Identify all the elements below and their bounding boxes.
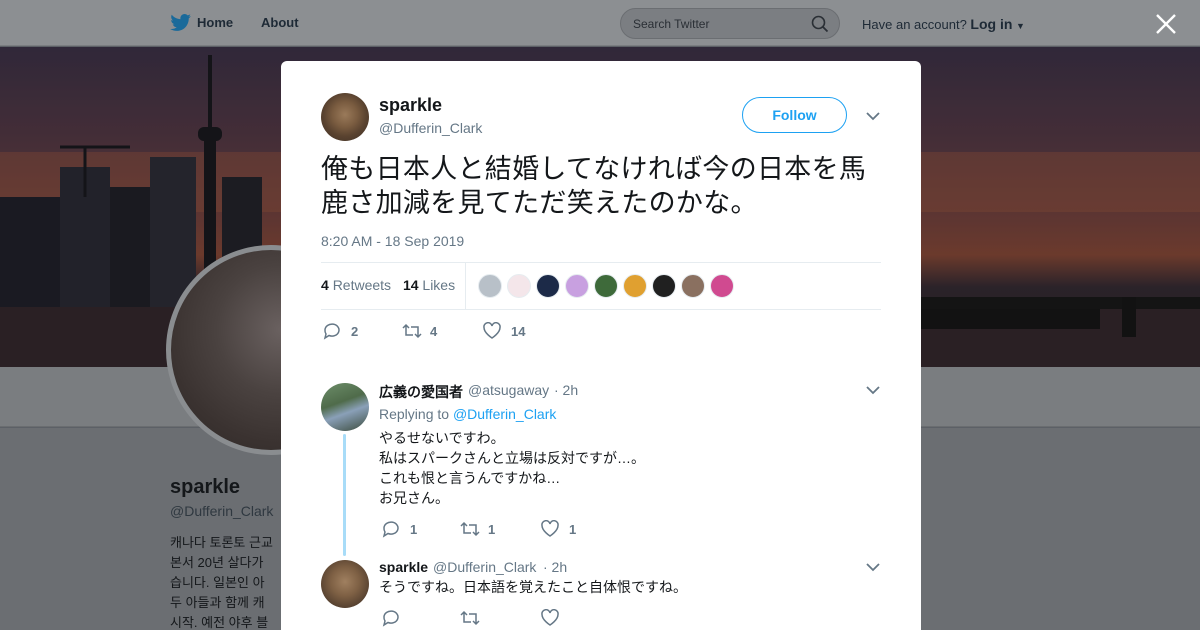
reply-text: そうですね。日本語を覚えたこと自体恨ですね。	[379, 577, 687, 597]
thread-connector	[343, 434, 346, 556]
login-link[interactable]: Log in	[970, 16, 1012, 32]
profile-name: sparkle	[170, 476, 241, 498]
divider	[465, 262, 466, 309]
liker-avatar[interactable]	[478, 274, 502, 298]
reply-author-handle[interactable]: @atsugaway	[468, 382, 549, 398]
divider	[321, 262, 881, 263]
author-name[interactable]: sparkle	[379, 95, 442, 116]
liker-avatar[interactable]	[507, 274, 531, 298]
reply-button[interactable]	[382, 609, 402, 629]
liker-avatar[interactable]	[536, 274, 560, 298]
account-prompt: Have an account?	[862, 17, 967, 32]
twitter-bird-icon[interactable]	[170, 14, 192, 32]
bio-line: 두 아들과 함께 캐	[170, 595, 265, 610]
search-icon[interactable]	[811, 15, 829, 33]
retweet-icon	[460, 521, 480, 537]
caret-down-icon[interactable]: ▼	[1016, 21, 1025, 31]
like-count: 1	[569, 522, 577, 537]
liker-avatar[interactable]	[710, 274, 734, 298]
profile-handle: @Dufferin_Clark	[170, 503, 274, 519]
reply-button[interactable]: 1	[382, 520, 422, 540]
liker-avatar[interactable]	[594, 274, 618, 298]
retweet-icon	[460, 610, 480, 626]
retweets-label[interactable]: Retweets	[333, 277, 391, 293]
retweet-count: 1	[488, 522, 496, 537]
search-box[interactable]: Search Twitter	[620, 8, 840, 39]
reply-icon	[323, 323, 340, 340]
close-icon[interactable]	[1154, 12, 1178, 36]
likes-label[interactable]: Likes	[422, 277, 455, 293]
reply-line: 私はスパークさんと立場は反対ですが…。	[379, 450, 645, 466]
bio-line: 캐나다 토론토 근교	[170, 535, 273, 550]
retweet-button[interactable]: 4	[402, 322, 452, 342]
chevron-down-icon[interactable]	[866, 562, 880, 572]
retweet-icon	[402, 323, 422, 339]
author-avatar[interactable]	[321, 93, 369, 141]
profile-bio: 캐나다 토론토 근교 본서 20년 살다가 습니다. 일본인 아 두 아들과 함…	[170, 533, 282, 630]
reply-line: お兄さん。	[379, 490, 449, 506]
liker-avatar[interactable]	[652, 274, 676, 298]
reply-line: やるせないですわ。	[379, 430, 505, 446]
bio-line: 본서 20년 살다가	[170, 555, 264, 570]
account-area: Have an account? Log in ▼	[862, 16, 1025, 32]
follow-button[interactable]: Follow	[742, 97, 847, 133]
retweet-button[interactable]	[460, 609, 482, 629]
reply-icon	[382, 521, 399, 538]
tweet-stats: 4 Retweets 14 Likes	[321, 277, 455, 293]
like-button[interactable]: 14	[483, 322, 533, 342]
reply-text: やるせないですわ。 私はスパークさんと立場は反対ですが…。 これも恨と言うんです…	[379, 428, 645, 508]
heart-icon	[483, 322, 501, 339]
replying-prefix: Replying to	[379, 406, 450, 422]
reply-author-handle[interactable]: @Dufferin_Clark	[433, 559, 536, 575]
retweet-count: 4	[430, 324, 438, 339]
like-button[interactable]: 1	[541, 520, 581, 540]
bio-line: 습니다. 일본인 아	[170, 575, 265, 590]
reply-line: そうですね。日本語を覚えたこと自体恨ですね。	[379, 579, 687, 595]
reply-line: これも恨と言うんですかね…	[379, 470, 561, 486]
retweets-count[interactable]: 4	[321, 277, 329, 293]
heart-icon	[541, 609, 559, 626]
author-handle[interactable]: @Dufferin_Clark	[379, 120, 482, 136]
liker-avatar[interactable]	[623, 274, 647, 298]
reply-icon	[382, 610, 399, 627]
chevron-down-icon[interactable]	[866, 385, 880, 395]
likes-count[interactable]: 14	[403, 277, 419, 293]
bio-line: 시작. 예전 야후 블	[170, 615, 269, 630]
tweet-modal: sparkle @Dufferin_Clark Follow 俺も日本人と結婚し…	[281, 61, 921, 630]
retweet-button[interactable]: 1	[460, 520, 500, 540]
replying-to-link[interactable]: @Dufferin_Clark	[453, 406, 556, 422]
liker-avatar[interactable]	[681, 274, 705, 298]
nav-about-link[interactable]: About	[261, 15, 299, 30]
reply-author-name[interactable]: 広義の愛国者	[379, 382, 463, 402]
reply-count: 2	[351, 324, 359, 339]
like-button[interactable]	[541, 609, 561, 629]
reply-time[interactable]: · 2h	[543, 559, 567, 575]
heart-icon	[541, 520, 559, 537]
reply-time[interactable]: · 2h	[554, 382, 578, 398]
chevron-down-icon[interactable]	[866, 111, 880, 121]
reply-count: 1	[410, 522, 418, 537]
reply-author-avatar[interactable]	[321, 560, 369, 608]
top-navigation-bar: Home About Search Twitter Have an accoun…	[0, 0, 1200, 46]
divider	[321, 309, 881, 310]
like-count: 14	[511, 324, 526, 339]
reply-author-avatar[interactable]	[321, 383, 369, 431]
nav-home-link[interactable]: Home	[197, 15, 233, 30]
tweet-timestamp[interactable]: 8:20 AM - 18 Sep 2019	[321, 233, 464, 249]
reply-author-name[interactable]: sparkle	[379, 559, 428, 575]
search-input[interactable]: Search Twitter	[633, 17, 709, 31]
tweet-text: 俺も日本人と結婚してなければ今の日本を馬鹿さ加減を見てただ笑えたのかな。	[321, 154, 867, 218]
liker-avatar[interactable]	[565, 274, 589, 298]
reply-button[interactable]: 2	[323, 322, 373, 342]
replying-to: Replying to @Dufferin_Clark	[379, 406, 556, 422]
